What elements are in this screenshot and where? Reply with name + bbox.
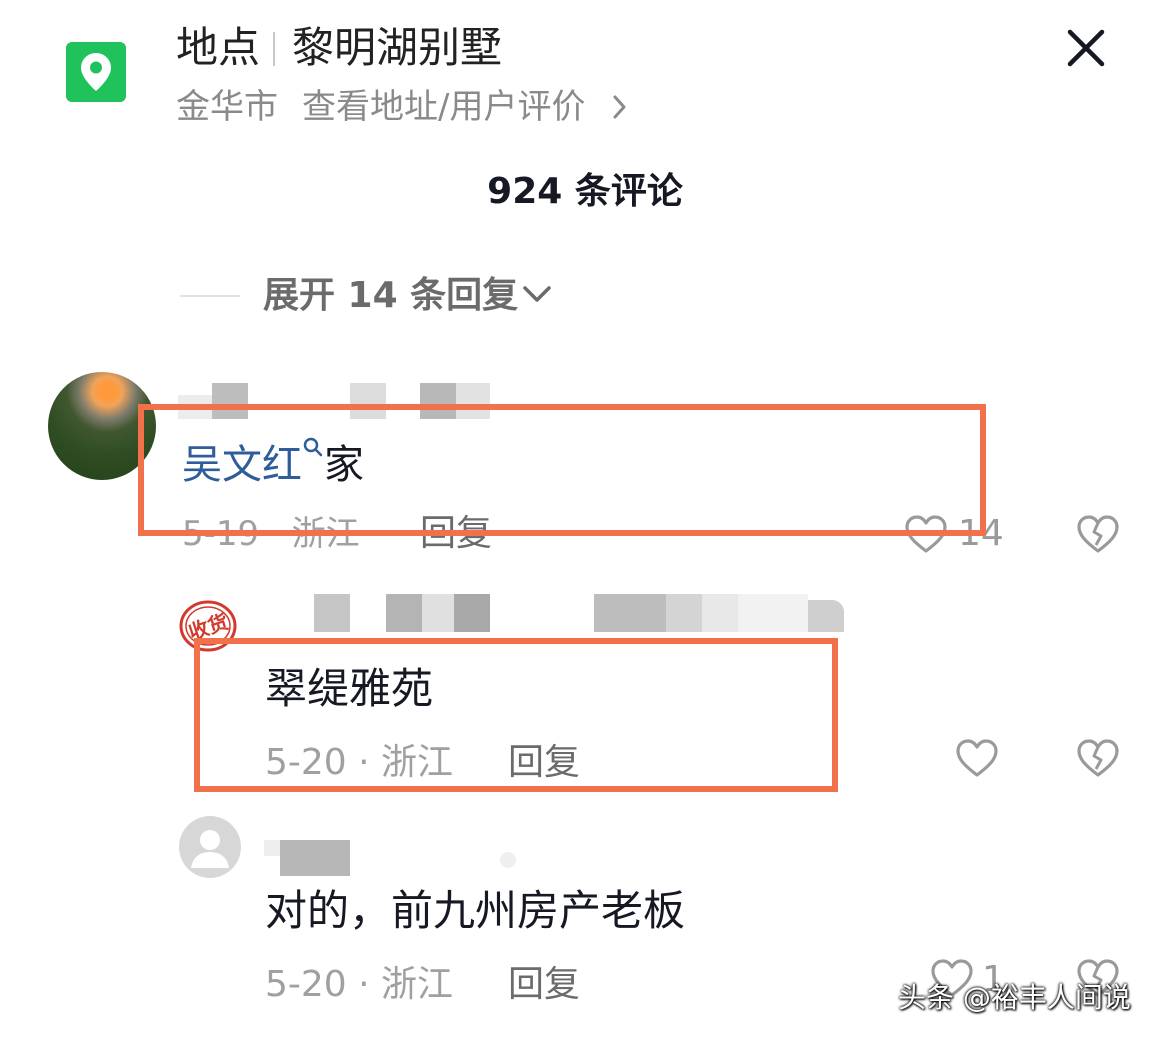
avatar[interactable] <box>179 816 241 878</box>
heart-icon[interactable] <box>955 738 999 778</box>
comment-text: 对的，前九州房产老板 <box>265 886 686 935</box>
place-title: 黎明湖别墅 <box>292 23 503 72</box>
blurred-username <box>264 836 520 876</box>
highlight-box <box>194 638 838 792</box>
chevron-down-icon[interactable] <box>522 284 552 306</box>
default-user-icon <box>191 830 229 868</box>
reply-button[interactable]: 回复 <box>508 962 580 1008</box>
watermark: 头条 @裕丰人间说 <box>898 981 1131 1014</box>
highlight-box <box>138 404 986 536</box>
header-label: 地点 <box>176 23 261 72</box>
address-reviews-link[interactable]: 查看地址/用户评价 <box>302 86 585 128</box>
close-icon[interactable] <box>1062 24 1110 72</box>
expand-divider <box>180 295 240 297</box>
comment-count: 924 条评论 <box>487 171 683 212</box>
expand-replies-button[interactable]: 展开 14 条回复 <box>263 273 518 319</box>
location-badge <box>66 42 126 102</box>
broken-heart-icon[interactable] <box>1076 514 1120 554</box>
title-divider <box>273 32 275 66</box>
broken-heart-icon[interactable] <box>1076 738 1120 778</box>
city-label: 金华市 <box>176 87 278 127</box>
chevron-right-icon[interactable] <box>612 94 628 120</box>
map-pin-icon <box>81 53 111 91</box>
comment-meta: 5-20 · 浙江 <box>265 964 454 1005</box>
blurred-username <box>314 594 844 632</box>
